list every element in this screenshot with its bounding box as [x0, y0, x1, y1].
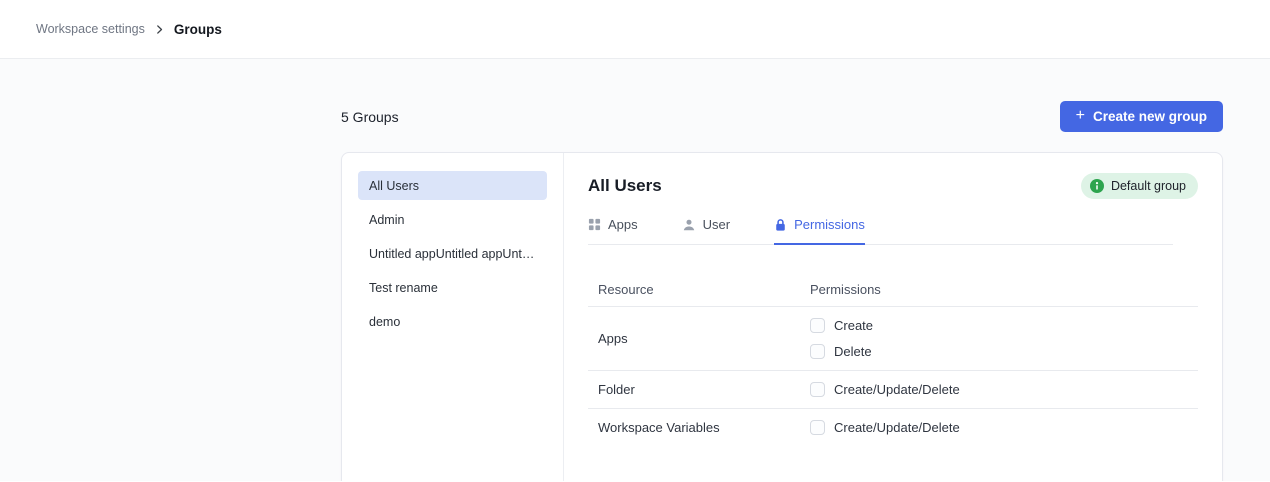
group-item-demo[interactable]: demo [358, 307, 547, 336]
group-item-label: demo [369, 315, 400, 329]
groups-toolbar: 5 Groups + Create new group [341, 59, 1223, 132]
table-header-row: Resource Permissions [588, 273, 1198, 307]
group-item-admin[interactable]: Admin [358, 205, 547, 234]
tab-user[interactable]: User [682, 217, 730, 245]
user-icon [682, 218, 696, 232]
groups-count: 5 Groups [341, 109, 399, 125]
resource-header: Resource [588, 282, 810, 297]
tab-apps[interactable]: Apps [588, 217, 638, 245]
tab-user-label: User [703, 217, 730, 232]
breadcrumb-groups: Groups [174, 22, 222, 37]
tab-permissions-label: Permissions [794, 217, 865, 232]
table-row: Folder Create/Update/Delete [588, 371, 1198, 409]
apps-grid-icon [588, 218, 601, 231]
group-title: All Users [588, 176, 662, 196]
tab-apps-label: Apps [608, 217, 638, 232]
resource-label: Folder [588, 382, 810, 397]
permission-label: Create/Update/Delete [834, 420, 960, 435]
table-row: Apps Create Delete [588, 307, 1198, 371]
lock-icon [774, 218, 787, 232]
checkbox-workspace-variables-create-update-delete[interactable] [810, 420, 825, 435]
permissions-table: Resource Permissions Apps Create [588, 273, 1198, 446]
permissions-header: Permissions [810, 282, 881, 297]
chevron-right-icon [154, 24, 165, 35]
permission-label: Create/Update/Delete [834, 382, 960, 397]
checkbox-apps-delete[interactable] [810, 344, 825, 359]
create-new-group-button[interactable]: + Create new group [1060, 101, 1223, 132]
permission-label: Create [834, 318, 873, 333]
group-detail: All Users Default group [564, 153, 1222, 481]
permission-label: Delete [834, 344, 872, 359]
tab-permissions[interactable]: Permissions [774, 217, 865, 245]
group-item-label: Test rename [369, 281, 438, 295]
checkbox-apps-create[interactable] [810, 318, 825, 333]
breadcrumb-workspace-settings[interactable]: Workspace settings [36, 22, 145, 36]
tab-bar: Apps User [588, 217, 1173, 245]
group-item-untitled-app[interactable]: Untitled appUntitled appUntitle… [358, 239, 547, 268]
group-item-label: Untitled appUntitled appUntitle… [369, 247, 536, 261]
group-item-label: Admin [369, 213, 404, 227]
table-row: Workspace Variables Create/Update/Delete [588, 409, 1198, 446]
group-item-all-users[interactable]: All Users [358, 171, 547, 200]
default-group-badge: Default group [1081, 173, 1198, 199]
top-bar: Workspace settings Groups [0, 0, 1270, 59]
plus-icon: + [1076, 108, 1085, 124]
group-item-test-rename[interactable]: Test rename [358, 273, 547, 302]
resource-label: Apps [588, 331, 810, 346]
info-icon [1090, 179, 1104, 193]
default-group-label: Default group [1111, 179, 1186, 193]
groups-panel: All Users Admin Untitled appUntitled app… [341, 152, 1223, 481]
group-item-label: All Users [369, 179, 419, 193]
resource-label: Workspace Variables [588, 420, 810, 435]
group-list: All Users Admin Untitled appUntitled app… [342, 153, 564, 481]
create-new-group-label: Create new group [1093, 109, 1207, 124]
page-content: 5 Groups + Create new group All Users Ad… [0, 59, 1270, 481]
checkbox-folder-create-update-delete[interactable] [810, 382, 825, 397]
